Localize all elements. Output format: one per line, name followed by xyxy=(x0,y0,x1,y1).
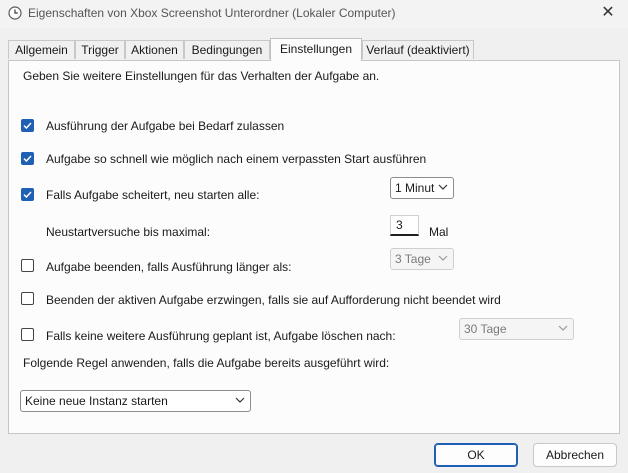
delete-duration-select[interactable]: 30 Tage xyxy=(459,318,574,340)
restart-attempts-value: 3 xyxy=(396,218,403,232)
window-title: Eigenschaften von Xbox Screenshot Untero… xyxy=(28,6,396,20)
rule-value: Keine neue Instanz starten xyxy=(25,394,168,408)
settings-intro: Geben Sie weitere Einstellungen für das … xyxy=(23,69,380,83)
stop-if-longer-label: Aufgabe beenden, falls Ausführung länger… xyxy=(46,260,292,274)
chevron-down-icon xyxy=(438,184,448,190)
checkmark-icon xyxy=(23,155,32,163)
stop-if-longer-checkbox[interactable] xyxy=(21,259,34,272)
close-button[interactable]: ✕ xyxy=(588,0,628,28)
chevron-down-icon xyxy=(235,397,245,403)
run-asap-checkbox[interactable] xyxy=(21,152,34,165)
run-asap-label: Aufgabe so schnell wie möglich nach eine… xyxy=(46,152,427,166)
restart-attempts-label: Neustartversuche bis maximal: xyxy=(46,225,211,239)
delete-if-not-scheduled-checkbox[interactable] xyxy=(21,328,34,341)
rule-label: Folgende Regel anwenden, falls die Aufga… xyxy=(23,356,390,370)
chevron-down-icon xyxy=(438,255,448,261)
tab-verlauf[interactable]: Verlauf (deaktiviert) xyxy=(362,40,474,59)
tab-aktionen[interactable]: Aktionen xyxy=(125,40,184,59)
checkmark-icon xyxy=(23,122,32,130)
settings-panel: Geben Sie weitere Einstellungen für das … xyxy=(8,60,620,434)
title-bar: Eigenschaften von Xbox Screenshot Untero… xyxy=(0,0,628,28)
force-stop-label: Beenden der aktiven Aufgabe erzwingen, f… xyxy=(46,293,501,307)
tab-allgemein[interactable]: Allgemein xyxy=(8,40,75,59)
tab-trigger[interactable]: Trigger xyxy=(75,40,125,59)
delete-duration-value: 30 Tage xyxy=(464,322,507,336)
allow-on-demand-label: Ausführung der Aufgabe bei Bedarf zulass… xyxy=(46,119,285,133)
clock-icon xyxy=(8,6,22,20)
tab-bedingungen[interactable]: Bedingungen xyxy=(184,40,270,59)
restart-interval-select[interactable]: 1 Minut xyxy=(390,177,454,199)
allow-on-demand-checkbox[interactable] xyxy=(21,119,34,132)
stop-duration-select[interactable]: 3 Tage xyxy=(390,248,454,270)
checkmark-icon xyxy=(23,191,32,199)
rule-select[interactable]: Keine neue Instanz starten xyxy=(20,390,251,412)
force-stop-checkbox[interactable] xyxy=(21,292,34,305)
restart-on-fail-checkbox[interactable] xyxy=(21,188,34,201)
restart-interval-value: 1 Minut xyxy=(395,181,435,195)
stop-duration-value: 3 Tage xyxy=(395,252,431,266)
tab-einstellungen[interactable]: Einstellungen xyxy=(270,38,362,61)
delete-if-not-scheduled-label: Falls keine weitere Ausführung geplant i… xyxy=(46,329,396,343)
restart-attempts-field[interactable]: 3 xyxy=(390,215,419,236)
restart-attempts-unit: Mal xyxy=(429,225,449,239)
cancel-button[interactable]: Abbrechen xyxy=(533,443,617,467)
chevron-down-icon xyxy=(558,325,568,331)
ok-button[interactable]: OK xyxy=(434,443,518,467)
restart-on-fail-label: Falls Aufgabe scheitert, neu starten all… xyxy=(46,188,260,202)
